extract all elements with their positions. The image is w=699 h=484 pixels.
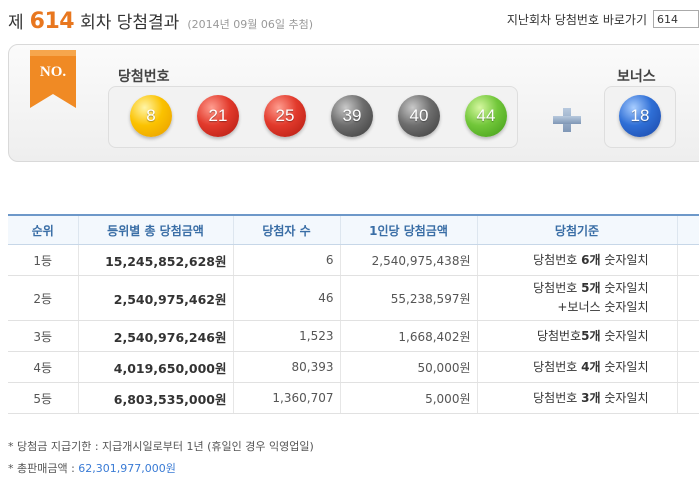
col-total: 등위별 총 당첨금액	[77, 214, 233, 245]
criteria-text: 당첨번호	[536, 328, 582, 343]
rank-cell: 3등	[8, 320, 78, 352]
criteria-text: 당첨번호	[533, 281, 582, 295]
ball-2: 21	[197, 95, 239, 137]
ball-5: 40	[398, 95, 440, 137]
table-row: 3등 2,540,976,246원 1,523 1,668,402원 당첨번호5…	[8, 320, 699, 352]
winners-cell: 1,360,707	[232, 382, 340, 414]
criteria-count: 5개	[581, 328, 601, 343]
criteria-cell: 당첨번호 4개 숫자일치	[476, 351, 677, 383]
criteria-text: 당첨번호	[533, 252, 582, 267]
rank-cell: 4등	[8, 351, 78, 383]
criteria-cell: 당첨번호 5개 숫자일치 +보너스 숫자일치	[476, 275, 677, 321]
col-rank: 순위	[8, 214, 78, 245]
numbers-label: 당첨번호	[118, 69, 170, 85]
notes: * 당첨금 지급기한 : 지급개시일로부터 1년 (휴일인 경우 익영업일) *…	[8, 436, 314, 480]
criteria-suffix: 숫자일치	[600, 281, 649, 295]
total-cell: 2,540,976,246원	[77, 320, 233, 352]
criteria-count: 3개	[581, 390, 601, 405]
table-row: 5등 6,803,535,000원 1,360,707 5,000원 당첨번호 …	[8, 382, 699, 414]
no-badge-text: NO.	[40, 64, 67, 80]
col-winners: 당첨자 수	[232, 214, 340, 245]
col-extra	[676, 214, 699, 245]
criteria-suffix: 숫자일치	[600, 390, 649, 405]
title-prefix: 제	[8, 13, 24, 33]
total-cell: 2,540,975,462원	[77, 275, 233, 321]
ball-4: 39	[331, 95, 373, 137]
payout-deadline-note: * 당첨금 지급기한 : 지급개시일로부터 1년 (휴일인 경우 익영업일)	[8, 440, 314, 453]
criteria-text: 당첨번호	[533, 390, 582, 405]
table-row: 1등 15,245,852,628원 6 2,540,975,438원 당첨번호…	[8, 244, 699, 276]
no-ribbon-icon: NO.	[30, 50, 76, 108]
total-cell: 15,245,852,628원	[77, 244, 233, 276]
table-row: 4등 4,019,650,000원 80,393 50,000원 당첨번호 4개…	[8, 351, 699, 383]
per-cell: 1,668,402원	[339, 320, 477, 352]
winners-cell: 80,393	[232, 351, 340, 383]
criteria-cell: 당첨번호 6개 숫자일치	[476, 244, 677, 276]
table-row: 2등 2,540,975,462원 46 55,238,597원 당첨번호 5개…	[8, 275, 699, 321]
round-number: 614	[29, 9, 75, 34]
plus-icon	[553, 108, 581, 132]
ball-6: 44	[465, 95, 507, 137]
page-title: 제 614 회차 당첨결과 (2014년 09월 06일 추첨)	[8, 8, 313, 34]
criteria-suffix: 숫자일치	[600, 359, 649, 374]
extra-cell	[676, 382, 699, 414]
round-jump: 지난회차 당첨번호 바로가기 614	[507, 10, 699, 28]
rank-cell: 5등	[8, 382, 78, 414]
prize-table: 순위 등위별 총 당첨금액 당첨자 수 1인당 당첨금액 당첨기준 1등 15,…	[8, 214, 699, 414]
criteria-bonus: +보너스 숫자일치	[557, 300, 649, 314]
criteria-text: 당첨번호	[533, 359, 582, 374]
total-cell: 6,803,535,000원	[77, 382, 233, 414]
per-cell: 5,000원	[339, 382, 477, 414]
per-cell: 55,238,597원	[339, 275, 477, 321]
round-select[interactable]: 614	[653, 10, 699, 28]
rank-cell: 2등	[8, 275, 78, 321]
per-cell: 50,000원	[339, 351, 477, 383]
extra-cell	[676, 320, 699, 352]
extra-cell	[676, 244, 699, 276]
criteria-count: 4개	[581, 359, 601, 374]
winners-cell: 1,523	[232, 320, 340, 352]
total-sales-value: 62,301,977,000원	[78, 462, 176, 475]
per-cell: 2,540,975,438원	[339, 244, 477, 276]
extra-cell	[676, 275, 699, 321]
col-criteria: 당첨기준	[476, 214, 677, 245]
title-suffix: 회차 당첨결과	[80, 13, 180, 33]
ball-3: 25	[264, 95, 306, 137]
winners-cell: 6	[232, 244, 340, 276]
bonus-label: 보너스	[617, 69, 656, 85]
total-sales-label: * 총판매금액 :	[8, 462, 79, 475]
criteria-count: 5개	[581, 281, 601, 295]
criteria-cell: 당첨번호 3개 숫자일치	[476, 382, 677, 414]
col-per: 1인당 당첨금액	[339, 214, 477, 245]
total-cell: 4,019,650,000원	[77, 351, 233, 383]
total-sales-note: * 총판매금액 : 62,301,977,000원	[8, 458, 314, 480]
criteria-suffix: 숫자일치	[600, 252, 649, 267]
winners-cell: 46	[232, 275, 340, 321]
criteria-suffix: 숫자일치	[600, 328, 649, 343]
extra-cell	[676, 351, 699, 383]
ball-1: 8	[130, 95, 172, 137]
round-jump-label: 지난회차 당첨번호 바로가기	[506, 12, 647, 27]
criteria-count: 6개	[581, 252, 601, 267]
criteria-cell: 당첨번호5개 숫자일치	[476, 320, 677, 352]
rank-cell: 1등	[8, 244, 78, 276]
draw-date: (2014년 09월 06일 추첨)	[187, 18, 313, 31]
table-header-row: 순위 등위별 총 당첨금액 당첨자 수 1인당 당첨금액 당첨기준	[8, 214, 699, 245]
bonus-ball: 18	[619, 95, 661, 137]
